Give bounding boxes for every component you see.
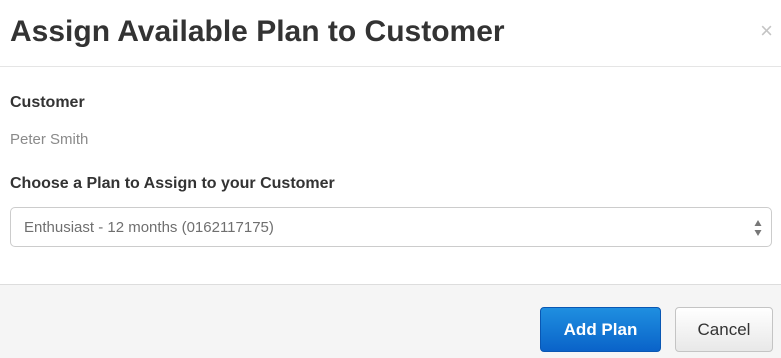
modal-title: Assign Available Plan to Customer: [10, 15, 505, 48]
modal-header: Assign Available Plan to Customer ×: [0, 0, 781, 67]
add-plan-button[interactable]: Add Plan: [540, 307, 661, 352]
customer-name: Peter Smith: [10, 131, 89, 148]
plan-select-label: Choose a Plan to Assign to your Customer: [10, 175, 335, 192]
select-arrows-icon: [754, 220, 762, 236]
customer-label: Customer: [10, 94, 85, 111]
assign-plan-modal: Assign Available Plan to Customer × Cust…: [0, 0, 781, 358]
modal-body: Customer Peter Smith Choose a Plan to As…: [0, 67, 781, 284]
cancel-button[interactable]: Cancel: [675, 307, 773, 352]
modal-footer: Add Plan Cancel: [0, 284, 781, 358]
plan-select[interactable]: Enthusiast - 12 months (0162117175): [10, 207, 772, 247]
plan-select-value: Enthusiast - 12 months (0162117175): [24, 219, 274, 236]
close-icon[interactable]: ×: [760, 20, 773, 42]
